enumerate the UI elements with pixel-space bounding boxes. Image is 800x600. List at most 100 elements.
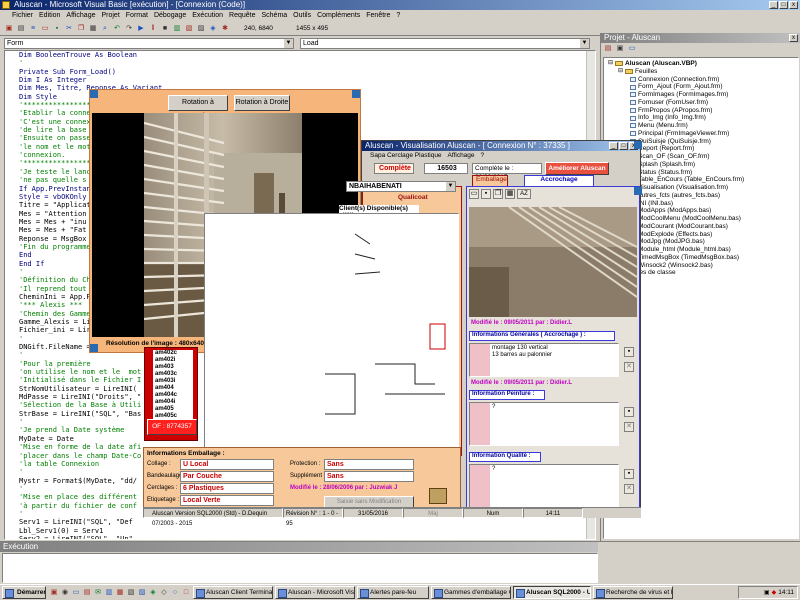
procedure-combo[interactable]: Load ▼ bbox=[300, 38, 590, 49]
project-root[interactable]: ⊟ Aluscan (Aluscan.VBP) bbox=[608, 60, 798, 68]
app-icon[interactable]: ▤ bbox=[82, 587, 92, 598]
properties-icon[interactable]: ▧ bbox=[184, 23, 194, 34]
project-item[interactable]: FormImages (FormImages.frm) bbox=[608, 91, 798, 99]
code-line[interactable]: Private Sub Form_Load() bbox=[19, 68, 595, 76]
menu-editor-icon[interactable]: ≡ bbox=[28, 23, 38, 34]
stop-icon[interactable]: ■ bbox=[160, 23, 170, 34]
toolbox-icon[interactable]: ✱ bbox=[220, 23, 230, 34]
execution-content[interactable] bbox=[2, 553, 598, 583]
tab-emballage[interactable]: Emballage bbox=[472, 175, 508, 186]
copy-icon[interactable]: ❐ bbox=[493, 189, 503, 199]
task-alertes[interactable]: Alertes pare-feu bbox=[357, 586, 429, 599]
am-list-item[interactable]: am404c bbox=[153, 392, 193, 399]
view-object-icon[interactable]: ▣ bbox=[615, 44, 625, 54]
am-list-item[interactable]: am404 bbox=[153, 385, 193, 392]
am-list-item[interactable]: am404i bbox=[153, 399, 193, 406]
menu-fenetre[interactable]: Fenêtre bbox=[366, 11, 390, 21]
am-list-item[interactable]: am403i bbox=[153, 378, 193, 385]
tab-accrochage[interactable]: Accrochage bbox=[524, 175, 594, 186]
code-line[interactable]: ' bbox=[19, 59, 595, 67]
task-aluscan-client[interactable]: Aluscan Client Terminal S... bbox=[193, 586, 273, 599]
app-icon[interactable]: ▧ bbox=[126, 587, 136, 598]
close-icon[interactable]: ✕ bbox=[624, 362, 634, 372]
sort-az-icon[interactable]: AZ bbox=[517, 189, 531, 199]
menu-edition[interactable]: Edition bbox=[39, 11, 60, 21]
maximize-button[interactable]: □ bbox=[619, 142, 628, 150]
info-peinture-box[interactable]: ? bbox=[469, 402, 619, 446]
rotate-left-button[interactable]: Rotation à Gauche bbox=[168, 95, 228, 120]
cut-icon[interactable]: ✂ bbox=[64, 23, 74, 34]
menu-projet[interactable]: Projet bbox=[101, 11, 119, 21]
close-button[interactable]: x bbox=[789, 1, 798, 9]
app-icon[interactable]: ◈ bbox=[148, 587, 158, 598]
app-icon[interactable]: ▥ bbox=[104, 587, 114, 598]
save-icon[interactable]: ▪ bbox=[624, 347, 634, 357]
find-icon[interactable]: ⌕ bbox=[100, 23, 110, 34]
object-combo[interactable]: Form ▼ bbox=[4, 38, 294, 49]
expand-icon[interactable] bbox=[634, 141, 642, 149]
open-icon[interactable]: ▭ bbox=[40, 23, 50, 34]
menu-affichage[interactable]: Affichage bbox=[448, 151, 475, 161]
save-icon[interactable]: ▪ bbox=[52, 23, 62, 34]
code-line[interactable]: Serv1 = LireINI("SQL", "Def bbox=[19, 518, 595, 526]
menu-format[interactable]: Format bbox=[126, 11, 148, 21]
save-icon[interactable]: ▪ bbox=[624, 469, 634, 479]
browser-icon[interactable]: ◉ bbox=[60, 587, 70, 598]
menu-outils[interactable]: Outils bbox=[293, 11, 311, 21]
am-list-item[interactable]: am403c bbox=[153, 371, 193, 378]
project-item[interactable]: Info_Img (Info_Img.frm) bbox=[608, 114, 798, 122]
am-list-item[interactable]: am402i bbox=[153, 357, 193, 364]
mail-icon[interactable]: ✉ bbox=[93, 587, 103, 598]
rotate-right-button[interactable]: Rotation à Droite bbox=[234, 95, 290, 111]
project-explorer-icon[interactable]: ▥ bbox=[172, 23, 182, 34]
close-icon[interactable]: ✕ bbox=[624, 484, 634, 494]
client-combo[interactable]: NBAIHABENATI ▼ bbox=[346, 181, 456, 192]
of-number-field[interactable]: 16503 bbox=[424, 163, 468, 174]
undo-icon[interactable]: ↶ bbox=[112, 23, 122, 34]
corner-handle-icon[interactable] bbox=[90, 344, 98, 352]
object-browser-icon[interactable]: ◈ bbox=[208, 23, 218, 34]
paste-icon[interactable]: ▦ bbox=[88, 23, 98, 34]
shield-icon[interactable]: ◆ bbox=[772, 589, 777, 596]
menu-complements[interactable]: Compléments bbox=[317, 11, 360, 21]
folder-feuilles[interactable]: ⊟ Feuilles bbox=[608, 68, 798, 76]
start-button[interactable]: Démarrer bbox=[2, 586, 46, 599]
save-icon[interactable]: ▪ bbox=[481, 189, 491, 199]
open-icon[interactable]: ▭ bbox=[469, 189, 479, 199]
menu-requete[interactable]: Requête bbox=[229, 11, 255, 21]
code-line[interactable]: Dim I As Integer bbox=[19, 76, 595, 84]
redo-icon[interactable]: ↷ bbox=[124, 23, 134, 34]
add-form-icon[interactable]: ▤ bbox=[16, 23, 26, 34]
info-generales-box[interactable]: montage 130 vertical 13 barres au palonn… bbox=[469, 343, 619, 377]
code-line[interactable]: Lbl_Serv1(0) = Serv1 bbox=[19, 527, 595, 535]
menu-affichage[interactable]: Affichage bbox=[66, 11, 95, 21]
folder-icon[interactable]: ▭ bbox=[71, 587, 81, 598]
app-icon[interactable]: ▨ bbox=[137, 587, 147, 598]
expand-icon[interactable] bbox=[634, 187, 642, 195]
add-project-icon[interactable]: ▣ bbox=[4, 23, 14, 34]
info-qualite-box[interactable]: ? bbox=[469, 464, 619, 508]
app-icon[interactable]: □ bbox=[181, 587, 191, 598]
maximize-button[interactable]: □ bbox=[779, 1, 788, 9]
task-gammes[interactable]: Gammes d'emballage OF... bbox=[431, 586, 511, 599]
menu-sapa[interactable]: Sapa Cerclage Plastique bbox=[370, 151, 442, 161]
app-icon[interactable]: ▦ bbox=[115, 587, 125, 598]
project-item[interactable]: Fornuser (FornUser.frm) bbox=[608, 99, 798, 107]
desktop-icon[interactable]: ▣ bbox=[49, 587, 59, 598]
network-icon[interactable]: ▣ bbox=[764, 589, 770, 596]
am-list-item[interactable]: am403 bbox=[153, 364, 193, 371]
task-vb[interactable]: Aluscan - Microsoft Visua... bbox=[275, 586, 355, 599]
pause-icon[interactable]: ‖ bbox=[148, 23, 158, 34]
ameliorer-button[interactable]: Améliorer Aluscan ? bbox=[545, 162, 609, 183]
task-aluscan-sql[interactable]: Aluscan SQL2000 - Uti... bbox=[513, 586, 591, 599]
am-list-item[interactable]: am402c bbox=[153, 350, 193, 357]
minimize-button[interactable]: _ bbox=[609, 142, 618, 150]
close-button[interactable]: x bbox=[789, 34, 798, 42]
project-item[interactable]: Principal (FrmImageViewer.frm) bbox=[608, 130, 798, 138]
code-line[interactable]: Serv2 = LireINI("SQL", "Un" bbox=[19, 535, 595, 539]
close-icon[interactable]: ✕ bbox=[624, 422, 634, 432]
code-line[interactable]: Dim BooleenTrouve As Boolean bbox=[19, 51, 595, 59]
save-icon[interactable]: ▪ bbox=[624, 407, 634, 417]
task-virus[interactable]: Recherche de virus et lo... bbox=[593, 586, 673, 599]
menu-execution[interactable]: Exécution bbox=[192, 11, 223, 21]
